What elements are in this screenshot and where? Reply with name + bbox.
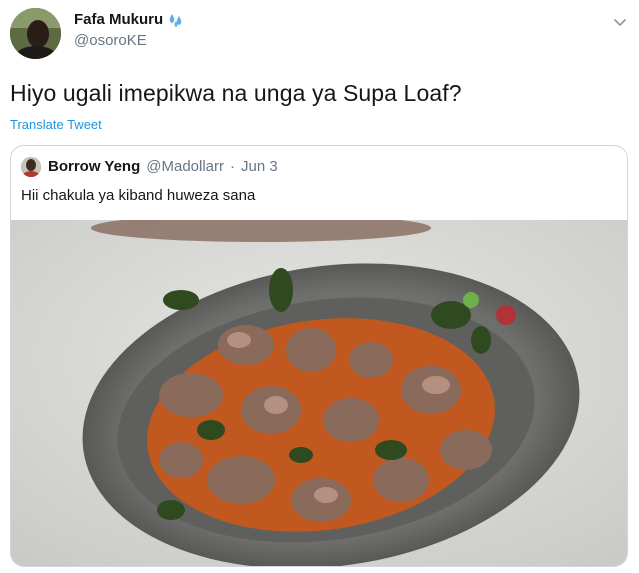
translate-tweet-link[interactable]: Translate Tweet [10,117,102,132]
author-avatar[interactable] [10,8,61,59]
quoted-tweet[interactable]: Borrow Yeng @Madollarr · Jun 3 Hii chaku… [10,145,628,567]
quoted-tweet-text: Hii chakula ya kiband huweza sana [21,187,256,204]
chevron-down-icon[interactable] [612,14,628,30]
food-photo[interactable] [11,214,627,566]
author-handle[interactable]: @osoroKE [74,32,147,49]
tweet-text: Hiyo ugali imepikwa na unga ya Supa Loaf… [10,80,462,106]
quoted-date[interactable]: Jun 3 [241,158,278,175]
author-name-row: Fafa Mukuru [74,11,185,28]
quoted-handle[interactable]: @Madollarr [146,158,224,175]
tweet-card: Fafa Mukuru @osoroKE Hiyo ugali imepikwa… [0,0,639,573]
quoted-tweet-header: Borrow Yeng @Madollarr · Jun 3 [48,158,278,175]
quoted-author-avatar[interactable] [21,157,41,177]
dot-separator: · [230,158,235,175]
quoted-display-name[interactable]: Borrow Yeng [48,158,140,175]
sweat-droplets-icon [167,12,185,28]
author-display-name[interactable]: Fafa Mukuru [74,11,163,28]
